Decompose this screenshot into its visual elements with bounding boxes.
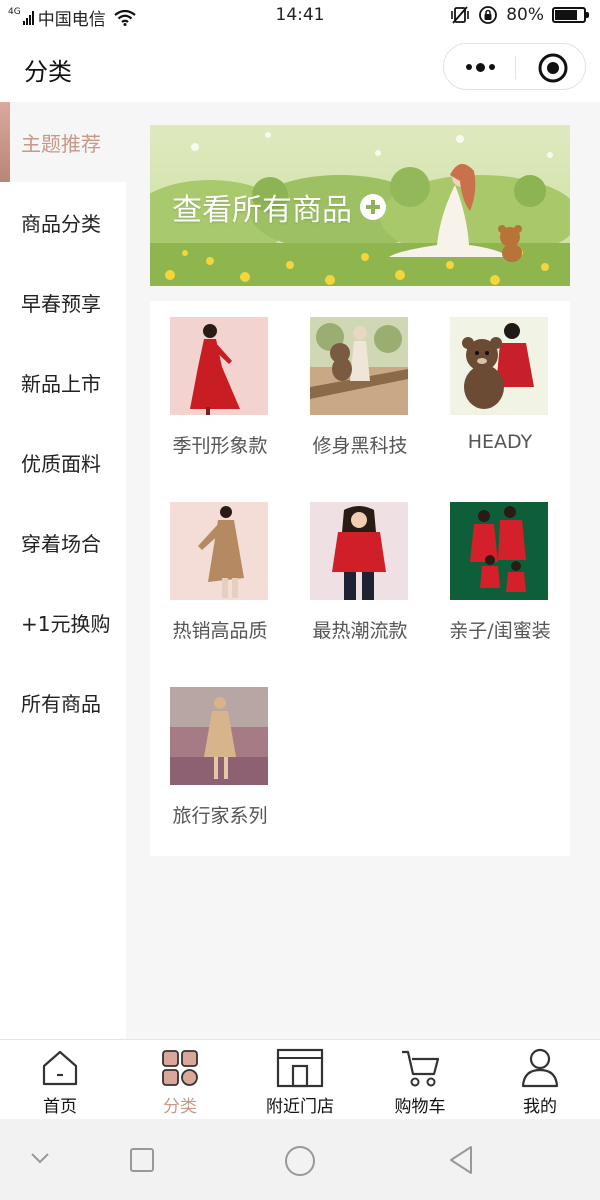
category-thumbnail bbox=[450, 502, 548, 600]
category-thumbnail bbox=[310, 502, 408, 600]
battery-percent: 80% bbox=[506, 5, 544, 25]
capsule-divider bbox=[515, 56, 516, 79]
sidebar-item-label: 商品分类 bbox=[21, 211, 101, 236]
sidebar-item-label: +1元换购 bbox=[21, 611, 111, 636]
category-label: 亲子/闺蜜装 bbox=[449, 620, 551, 642]
home-icon bbox=[42, 1050, 78, 1086]
sidebar-item-all-products[interactable]: 所有商品 bbox=[0, 662, 126, 742]
category-item-quarterly-image[interactable]: 季刊形象款 bbox=[150, 301, 290, 486]
battery-icon bbox=[552, 7, 589, 23]
category-thumbnail bbox=[170, 502, 268, 600]
sidebar-item-label: 早春预享 bbox=[21, 291, 101, 316]
tab-label: 我的 bbox=[523, 1097, 557, 1117]
banner-text: 查看所有商品 bbox=[172, 193, 352, 228]
tab-cart[interactable]: 购物车 bbox=[360, 1040, 480, 1120]
sidebar-item-occasion[interactable]: 穿着场合 bbox=[0, 502, 126, 582]
category-item-best-sellers[interactable]: 热销高品质 bbox=[150, 486, 290, 671]
sidebar-item-label: 穿着场合 bbox=[21, 531, 101, 556]
bottom-tab-bar: 首页 分类 附近门店 购物车 我的 bbox=[0, 1039, 600, 1119]
sidebar-item-label: 所有商品 bbox=[21, 691, 101, 716]
category-item-hottest-trends[interactable]: 最热潮流款 bbox=[290, 486, 430, 671]
category-grid: 季刊形象款 修身黑科技 HEADY 热销高品质 最热潮流款 亲子/闺蜜装 旅行家… bbox=[150, 301, 570, 856]
category-thumbnail bbox=[450, 317, 548, 415]
category-sidebar: 主题推荐 商品分类 早春预享 新品上市 优质面料 穿着场合 +1元换购 所有商品 bbox=[0, 102, 126, 1039]
category-icon bbox=[162, 1050, 198, 1086]
back-icon[interactable] bbox=[447, 1144, 475, 1176]
category-label: 热销高品质 bbox=[172, 620, 268, 642]
store-icon bbox=[276, 1048, 324, 1088]
category-label: 季刊形象款 bbox=[172, 435, 268, 457]
cart-icon bbox=[402, 1050, 440, 1087]
category-label: HEADY bbox=[467, 431, 533, 453]
close-miniprogram-icon[interactable] bbox=[538, 53, 568, 83]
tab-home[interactable]: 首页 bbox=[0, 1040, 120, 1120]
plus-circle-icon bbox=[360, 194, 386, 220]
sidebar-item-label: 优质面料 bbox=[21, 451, 101, 476]
tab-profile[interactable]: 我的 bbox=[480, 1040, 600, 1120]
category-thumbnail bbox=[170, 687, 268, 785]
sidebar-item-early-spring[interactable]: 早春预享 bbox=[0, 262, 126, 342]
recent-apps-icon[interactable] bbox=[129, 1147, 155, 1173]
battery-fill bbox=[555, 10, 578, 20]
sidebar-item-new-arrivals[interactable]: 新品上市 bbox=[0, 342, 126, 422]
status-bar-right: 80% bbox=[450, 5, 589, 25]
category-label: 最热潮流款 bbox=[312, 620, 408, 642]
sidebar-item-label: 新品上市 bbox=[21, 371, 101, 396]
system-navigation-bar bbox=[0, 1119, 600, 1200]
rotation-lock-icon bbox=[479, 6, 498, 24]
status-bar: 4G 中国电信 14:41 80% bbox=[0, 0, 600, 32]
sidebar-item-quality-fabric[interactable]: 优质面料 bbox=[0, 422, 126, 502]
tab-nearby-stores[interactable]: 附近门店 bbox=[240, 1040, 360, 1120]
profile-icon bbox=[521, 1048, 559, 1088]
tab-label: 分类 bbox=[163, 1097, 197, 1117]
sidebar-item-theme-recommend[interactable]: 主题推荐 bbox=[0, 102, 126, 182]
category-item-heady[interactable]: HEADY bbox=[430, 301, 570, 486]
tab-label: 首页 bbox=[43, 1097, 77, 1117]
category-item-family-outfits[interactable]: 亲子/闺蜜装 bbox=[430, 486, 570, 671]
more-options-icon[interactable] bbox=[462, 58, 498, 76]
hide-keyboard-icon[interactable] bbox=[30, 1151, 50, 1165]
tab-label: 购物车 bbox=[394, 1097, 446, 1117]
page-title: 分类 bbox=[24, 58, 72, 86]
category-item-traveler-series[interactable]: 旅行家系列 bbox=[150, 671, 290, 856]
navigation-bar: 分类 bbox=[0, 32, 600, 102]
vibrate-off-icon bbox=[451, 6, 470, 24]
category-thumbnail bbox=[310, 317, 408, 415]
miniprogram-capsule bbox=[443, 43, 586, 90]
category-label: 修身黑科技 bbox=[312, 435, 408, 457]
category-thumbnail bbox=[170, 317, 268, 415]
category-label: 旅行家系列 bbox=[172, 805, 268, 827]
tab-category[interactable]: 分类 bbox=[120, 1040, 240, 1120]
category-item-slim-tech[interactable]: 修身黑科技 bbox=[290, 301, 430, 486]
tab-label: 附近门店 bbox=[266, 1097, 334, 1117]
banner-cta: 查看所有商品 bbox=[172, 185, 386, 229]
home-button-icon[interactable] bbox=[284, 1145, 316, 1177]
sidebar-item-add-on-deal[interactable]: +1元换购 bbox=[0, 582, 126, 662]
sidebar-item-label: 主题推荐 bbox=[21, 131, 101, 156]
view-all-products-banner[interactable]: 查看所有商品 bbox=[150, 125, 570, 286]
sidebar-item-product-category[interactable]: 商品分类 bbox=[0, 182, 126, 262]
